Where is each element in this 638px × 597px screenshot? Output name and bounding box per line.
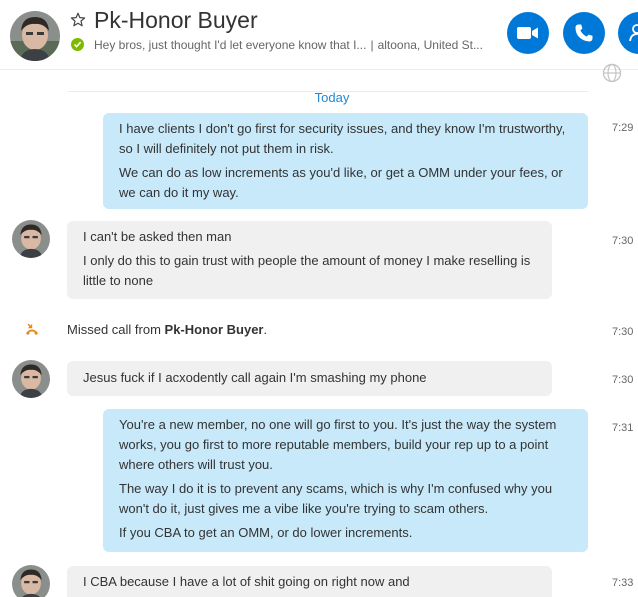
message-text: You're a new member, no one will go firs… — [119, 417, 557, 472]
star-icon[interactable] — [70, 12, 86, 28]
message-time: 7:31 — [612, 422, 634, 434]
phone-icon — [575, 24, 593, 42]
mood-message: Hey bros, just thought I'd let everyone … — [94, 38, 367, 52]
message-text: I can't be asked then man — [83, 229, 232, 244]
video-camera-icon — [517, 27, 538, 39]
contact-location: altoona, United St... — [377, 38, 483, 52]
date-label: Today — [314, 90, 350, 105]
contact-avatar[interactable] — [12, 220, 50, 258]
message-text: If you CBA to get an OMM, or do lower in… — [119, 525, 413, 540]
message-time: 7:29 — [612, 122, 634, 134]
outgoing-message[interactable]: You're a new member, no one will go firs… — [103, 409, 588, 552]
message-time: 7:30 — [612, 235, 634, 247]
contact-name[interactable]: Pk-Honor Buyer — [94, 7, 258, 34]
online-check-icon — [71, 38, 84, 51]
message-text: I only do this to gain trust with people… — [83, 253, 531, 288]
message-time: 7:30 — [612, 326, 634, 338]
incoming-message[interactable]: Jesus fuck if I acxodently call again I'… — [67, 361, 552, 396]
message-time: 7:30 — [612, 374, 634, 386]
contact-avatar[interactable] — [12, 565, 50, 597]
incoming-message[interactable]: I CBA because I have a lot of shit going… — [67, 566, 552, 597]
missed-call-icon — [26, 323, 38, 335]
audio-call-button[interactable] — [563, 12, 605, 54]
message-text: I have clients I don't go first for secu… — [119, 121, 566, 156]
missed-call-notice: Missed call from Pk-Honor Buyer. — [67, 322, 267, 337]
outgoing-message[interactable]: I have clients I don't go first for secu… — [103, 113, 588, 209]
message-time: 7:33 — [612, 577, 634, 589]
message-text: We can do as low increments as you'd lik… — [119, 165, 563, 200]
contact-mood-location: Hey bros, just thought I'd let everyone … — [94, 38, 483, 52]
add-people-button[interactable] — [618, 12, 638, 54]
incoming-message[interactable]: I can't be asked then man I only do this… — [67, 221, 552, 299]
contact-avatar[interactable] — [10, 11, 60, 61]
missed-call-name[interactable]: Pk-Honor Buyer — [165, 322, 264, 337]
missed-call-prefix: Missed call from — [67, 322, 165, 337]
contact-avatar[interactable] — [12, 360, 50, 398]
message-text: The way I do it is to prevent any scams,… — [119, 481, 553, 516]
message-text: I CBA because I have a lot of shit going… — [83, 574, 410, 589]
conversation-header: Pk-Honor Buyer Hey bros, just thought I'… — [0, 0, 638, 70]
missed-call-suffix: . — [263, 322, 268, 337]
globe-icon[interactable] — [602, 63, 622, 83]
add-people-icon — [629, 24, 638, 42]
video-call-button[interactable] — [507, 12, 549, 54]
message-text: Jesus fuck if I acxodently call again I'… — [83, 370, 427, 385]
mood-separator: | — [370, 38, 374, 52]
